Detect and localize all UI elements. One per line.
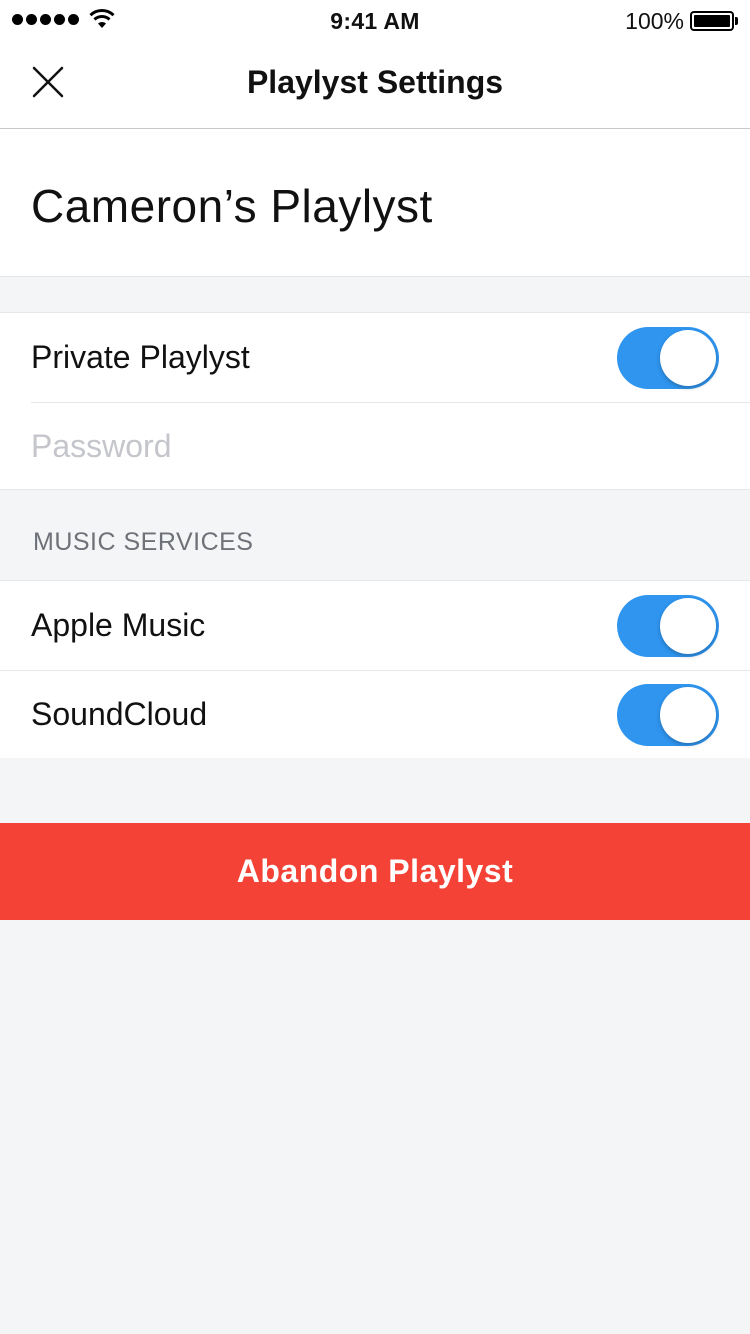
status-bar: 9:41 AM 100% [0, 0, 750, 40]
playlist-name-section: Cameron’s Playlyst [0, 129, 750, 277]
music-services-group: Apple Music SoundCloud [0, 580, 750, 758]
battery-icon [690, 11, 738, 31]
playlist-name-field[interactable]: Cameron’s Playlyst [31, 179, 433, 233]
apple-music-label: Apple Music [31, 607, 206, 643]
soundcloud-row: SoundCloud [0, 670, 750, 759]
soundcloud-label: SoundCloud [31, 696, 208, 732]
password-input[interactable] [31, 420, 711, 472]
music-services-header: MUSIC SERVICES [33, 528, 254, 556]
apple-music-row: Apple Music [0, 581, 750, 670]
battery-percentage: 100% [625, 8, 684, 34]
page-title: Playlyst Settings [246, 64, 504, 100]
private-playlist-label: Private Playlyst [31, 339, 250, 375]
abandon-playlist-button[interactable]: Abandon Playlyst [0, 823, 750, 920]
private-playlist-toggle[interactable] [617, 327, 719, 389]
privacy-settings-group: Private Playlyst [0, 312, 750, 490]
nav-bar: Playlyst Settings [0, 40, 750, 129]
soundcloud-toggle[interactable] [617, 684, 719, 746]
password-row [0, 402, 750, 491]
private-playlist-row: Private Playlyst [0, 313, 750, 402]
apple-music-toggle[interactable] [617, 595, 719, 657]
